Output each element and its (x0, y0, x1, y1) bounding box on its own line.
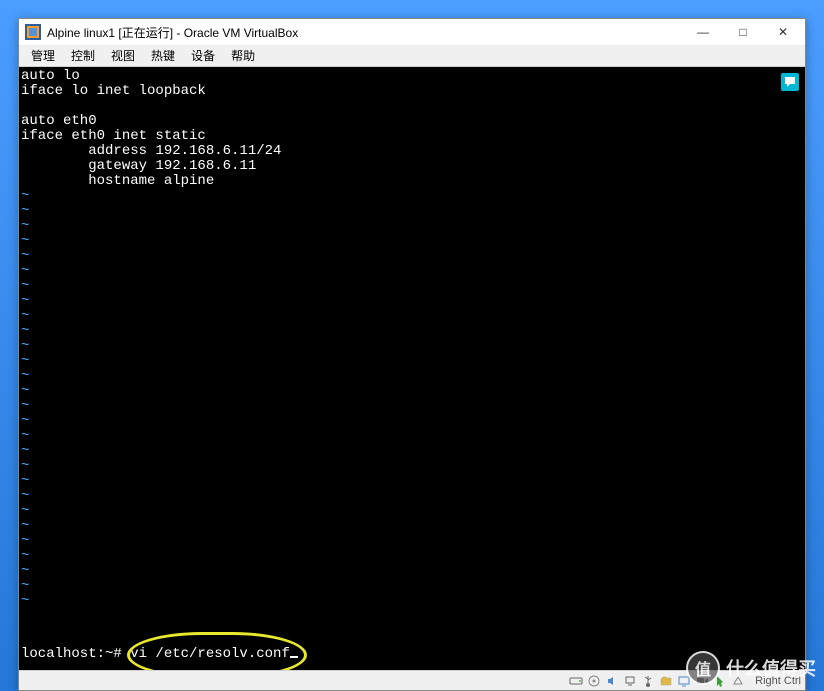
terminal-tilde: ~ (21, 578, 29, 594)
terminal-tilde: ~ (21, 233, 29, 249)
status-hdd-icon[interactable] (568, 673, 584, 689)
terminal-tilde: ~ (21, 368, 29, 384)
status-usb-icon[interactable] (640, 673, 656, 689)
status-shared-icon[interactable] (658, 673, 674, 689)
terminal-prompt: localhost:~# (21, 646, 130, 662)
terminal-tilde: ~ (21, 473, 29, 489)
titlebar[interactable]: Alpine linux1 [正在运行] - Oracle VM Virtual… (19, 19, 805, 45)
terminal-line: iface lo inet loopback (21, 83, 206, 99)
status-audio-icon[interactable] (604, 673, 620, 689)
terminal-tilde: ~ (21, 518, 29, 534)
menu-help[interactable]: 帮助 (223, 45, 263, 66)
terminal-tilde: ~ (21, 218, 29, 234)
terminal-tilde: ~ (21, 263, 29, 279)
terminal-tilde: ~ (21, 338, 29, 354)
window-controls: — □ ✕ (683, 19, 803, 45)
menu-control[interactable]: 控制 (63, 45, 103, 66)
terminal-tilde: ~ (21, 398, 29, 414)
terminal-prompt-line: localhost:~# vi /etc/resolv.conf (21, 647, 298, 662)
terminal-tilde: ~ (21, 593, 29, 609)
terminal-tilde: ~ (21, 323, 29, 339)
status-keyboard-icon[interactable] (730, 673, 746, 689)
terminal-tilde: ~ (21, 458, 29, 474)
window-title: Alpine linux1 [正在运行] - Oracle VM Virtual… (45, 24, 683, 41)
terminal-tilde: ~ (21, 203, 29, 219)
menu-devices[interactable]: 设备 (183, 45, 223, 66)
minimize-button[interactable]: — (683, 19, 723, 45)
terminal-tilde: ~ (21, 278, 29, 294)
status-mouse-icon[interactable] (712, 673, 728, 689)
maximize-button[interactable]: □ (723, 19, 763, 45)
terminal-tilde: ~ (21, 428, 29, 444)
terminal-content: auto lo iface lo inet loopback auto eth0… (21, 69, 803, 609)
terminal-tilde: ~ (21, 503, 29, 519)
status-disc-icon[interactable] (586, 673, 602, 689)
status-record-icon[interactable] (694, 673, 710, 689)
terminal-line: auto lo (21, 68, 80, 84)
terminal-tilde: ~ (21, 308, 29, 324)
menu-view[interactable]: 视图 (103, 45, 143, 66)
terminal-cursor (290, 656, 298, 658)
terminal-tilde: ~ (21, 443, 29, 459)
menu-hotkeys[interactable]: 热键 (143, 45, 183, 66)
terminal-line: gateway 192.168.6.11 (21, 158, 256, 174)
host-key-label: Right Ctrl (755, 675, 801, 687)
terminal-tilde: ~ (21, 383, 29, 399)
terminal-line: auto eth0 (21, 113, 97, 129)
terminal-tilde: ~ (21, 563, 29, 579)
statusbar: Right Ctrl (19, 670, 805, 690)
terminal-tilde: ~ (21, 533, 29, 549)
status-display-icon[interactable] (676, 673, 692, 689)
menubar: 管理 控制 视图 热键 设备 帮助 (19, 45, 805, 67)
terminal-tilde: ~ (21, 293, 29, 309)
close-button[interactable]: ✕ (763, 19, 803, 45)
terminal-tilde: ~ (21, 353, 29, 369)
terminal-line: iface eth0 inet static (21, 128, 206, 144)
terminal-tilde: ~ (21, 488, 29, 504)
terminal-tilde: ~ (21, 548, 29, 564)
terminal-tilde: ~ (21, 248, 29, 264)
terminal-command: vi /etc/resolv.conf (130, 646, 290, 662)
terminal-tilde: ~ (21, 413, 29, 429)
vm-terminal[interactable]: auto lo iface lo inet loopback auto eth0… (19, 67, 805, 670)
virtualbox-window: Alpine linux1 [正在运行] - Oracle VM Virtual… (18, 18, 806, 691)
terminal-tilde: ~ (21, 188, 29, 204)
terminal-line: address 192.168.6.11/24 (21, 143, 281, 159)
menu-manage[interactable]: 管理 (23, 45, 63, 66)
terminal-line: hostname alpine (21, 173, 214, 189)
app-icon (25, 24, 41, 40)
status-network-icon[interactable] (622, 673, 638, 689)
